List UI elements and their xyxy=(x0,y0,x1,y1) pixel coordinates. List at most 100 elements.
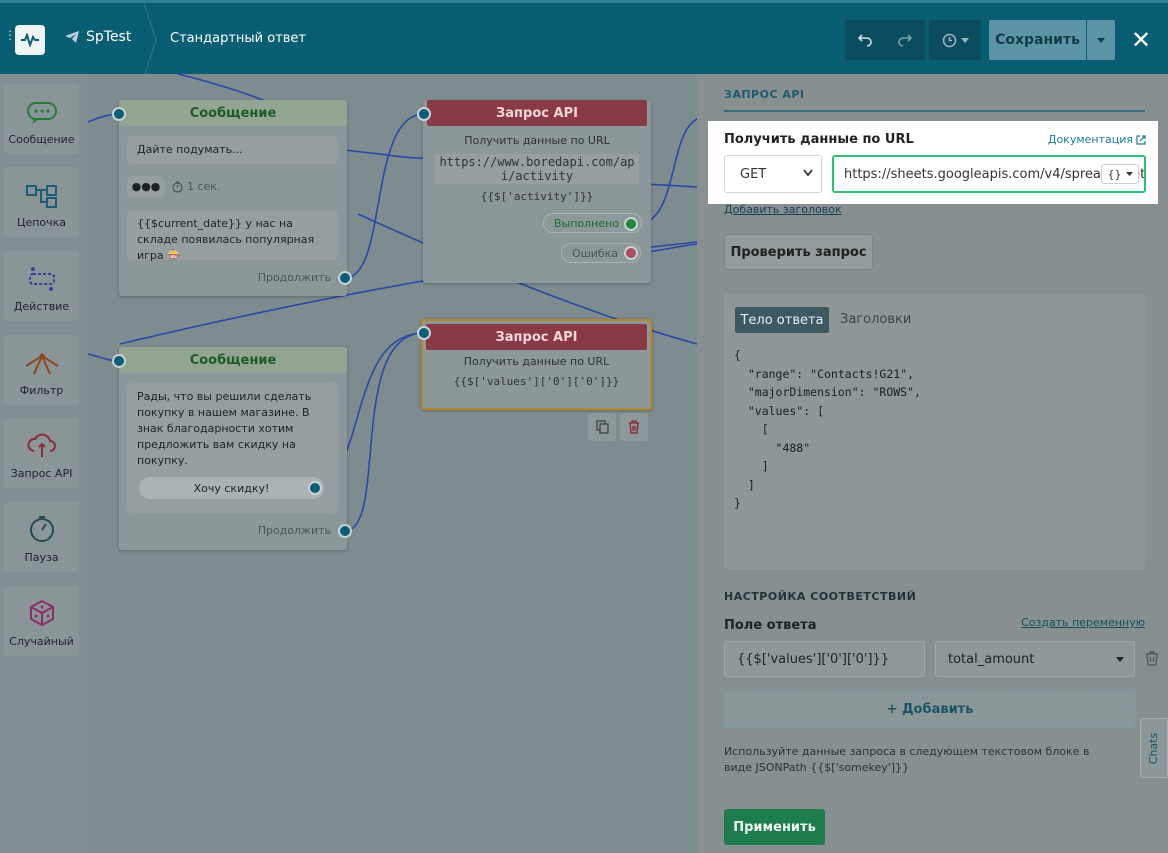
variable-select[interactable]: total_amount xyxy=(935,641,1135,677)
url-label: Получить данные по URL xyxy=(724,132,914,147)
response-box: Тело ответа Заголовки { "range": "Contac… xyxy=(724,294,1145,569)
mapping-title: НАСТРОЙКА СООТВЕТСТВИЙ xyxy=(724,590,917,603)
tool-pause[interactable]: Пауза xyxy=(4,502,79,572)
node-title: Запрос API xyxy=(426,324,647,350)
tool-action[interactable]: Действие xyxy=(4,251,79,321)
copy-icon xyxy=(595,420,609,434)
timer-icon xyxy=(172,180,183,193)
tool-filter[interactable]: Фильтр xyxy=(4,335,79,405)
tool-label: Фильтр xyxy=(19,384,64,397)
success-port[interactable] xyxy=(624,217,638,231)
redo-icon xyxy=(898,34,912,47)
message-text: Рады, что вы решили сделать покупку в на… xyxy=(137,390,312,467)
input-port[interactable] xyxy=(417,326,431,340)
add-mapping-button[interactable]: + Добавить xyxy=(724,691,1136,728)
create-variable-link[interactable]: Создать переменную xyxy=(1021,616,1145,629)
chevron-down-icon xyxy=(1097,37,1105,43)
save-button[interactable]: Сохранить xyxy=(989,20,1086,60)
undo-icon xyxy=(858,34,872,47)
tool-label: Цепочка xyxy=(16,216,67,229)
app-logo-icon[interactable] xyxy=(15,25,45,55)
chain-icon xyxy=(25,185,57,208)
panel-divider xyxy=(724,110,1145,112)
apply-button[interactable]: Применить xyxy=(724,809,825,845)
bot-name: SpTest xyxy=(86,29,132,45)
message-node[interactable]: Сообщение Дайте подумать... ●●● 1 сек. {… xyxy=(119,100,347,296)
jsonpath-hint: Используйте данные запроса в следующем т… xyxy=(724,745,1090,774)
node-title: Сообщение xyxy=(119,347,347,373)
message-node[interactable]: Сообщение Рады, что вы решили сделать по… xyxy=(119,347,347,550)
history-button[interactable] xyxy=(929,20,981,60)
output-port[interactable] xyxy=(338,524,352,538)
tool-label: Запрос API xyxy=(10,467,73,480)
bot-breadcrumb[interactable]: SpTest xyxy=(65,29,131,45)
filter-icon xyxy=(24,353,59,375)
block-toolbar: Сообщение Цепочка Действие Фильтр Запрос… xyxy=(0,74,88,853)
continue-label: Продолжить xyxy=(257,524,331,537)
flow-name: Стандартный ответ xyxy=(170,31,306,46)
output-port[interactable] xyxy=(338,271,352,285)
flow-canvas[interactable]: Сообщение Дайте подумать... ●●● 1 сек. {… xyxy=(88,74,697,853)
quick-reply-button[interactable]: Хочу скидку! xyxy=(139,477,324,499)
success-label: Выполнено xyxy=(554,216,620,230)
variable-select-value: total_amount xyxy=(948,651,1035,667)
api-request-node[interactable]: Запрос API Получить данные по URL https:… xyxy=(423,100,651,283)
node-actions xyxy=(588,413,648,441)
add-header-link[interactable]: Добавить заголовок xyxy=(724,203,842,216)
node-title: Сообщение xyxy=(119,100,347,126)
error-label: Ошибка xyxy=(572,246,619,260)
chats-label: Chats xyxy=(1147,732,1161,764)
api-path: {{$['activity']}} xyxy=(480,190,594,203)
check-request-button[interactable]: Проверить запрос xyxy=(724,234,873,270)
chats-tab[interactable]: Chats xyxy=(1140,718,1168,778)
delete-node-button[interactable] xyxy=(620,413,648,441)
input-port[interactable] xyxy=(112,107,126,121)
tab-response-headers[interactable]: Заголовки xyxy=(840,312,911,327)
delete-mapping-button[interactable] xyxy=(1145,651,1159,670)
input-port[interactable] xyxy=(417,107,431,121)
api-settings-panel: ЗАПРОС API Получить данные по URL Докуме… xyxy=(697,74,1168,853)
insert-variable-button[interactable]: {} xyxy=(1101,164,1139,184)
cloud-api-icon xyxy=(27,433,56,457)
http-method-value: GET xyxy=(740,166,767,182)
response-field-input[interactable]: {{$['values']['0']['0']}} xyxy=(724,641,925,677)
tool-message[interactable]: Сообщение xyxy=(4,84,79,154)
redo-button[interactable] xyxy=(885,20,925,60)
action-icon xyxy=(28,267,55,291)
trash-icon xyxy=(1146,651,1158,666)
input-port[interactable] xyxy=(112,354,126,368)
copy-button[interactable] xyxy=(588,413,616,441)
tool-label: Сообщение xyxy=(8,133,75,146)
chevron-down-icon xyxy=(960,37,969,43)
breadcrumb-separator-icon xyxy=(143,3,157,77)
undo-button[interactable] xyxy=(845,20,885,60)
api-request-node-selected[interactable]: Запрос API Получить данные по URL {{$['v… xyxy=(421,319,652,410)
url-config-section: Получить данные по URL Документация GET … xyxy=(708,121,1158,204)
api-subtitle: Получить данные по URL xyxy=(464,134,610,147)
tool-label: Пауза xyxy=(24,551,59,564)
braces-icon: {} xyxy=(1107,167,1122,181)
docs-link[interactable]: Документация xyxy=(1048,133,1146,146)
tool-api-request[interactable]: Запрос API xyxy=(4,418,79,488)
api-subtitle: Получить данные по URL xyxy=(463,355,610,368)
timer-icon xyxy=(29,516,54,542)
telegram-icon xyxy=(65,31,79,43)
error-port[interactable] xyxy=(624,246,638,260)
http-method-select[interactable]: GET xyxy=(724,155,822,193)
top-bar: ⋮ SpTest Стандартный ответ Сохранить ✕ xyxy=(0,0,1168,77)
tab-response-body[interactable]: Тело ответа xyxy=(735,307,829,333)
external-link-icon xyxy=(1136,134,1146,145)
api-path: {{$['values']['0']['0']}} xyxy=(453,375,620,388)
tool-label: Действие xyxy=(13,300,70,313)
save-options-button[interactable] xyxy=(1087,20,1115,60)
url-input[interactable]: https://sheets.googleapis.com/v4/spreads… xyxy=(832,155,1146,193)
close-icon[interactable]: ✕ xyxy=(1131,28,1151,52)
delay-indicator: 1 сек. xyxy=(172,180,220,193)
button-output-port[interactable] xyxy=(308,481,322,495)
message-text: Дайте подумать... xyxy=(127,136,338,164)
tool-random[interactable]: Случайный xyxy=(4,586,79,656)
typing-dots-icon: ●●● xyxy=(127,176,165,198)
tool-chain[interactable]: Цепочка xyxy=(4,167,79,237)
chevron-down-icon xyxy=(1125,172,1133,176)
response-field-label: Поле ответа xyxy=(724,618,817,633)
